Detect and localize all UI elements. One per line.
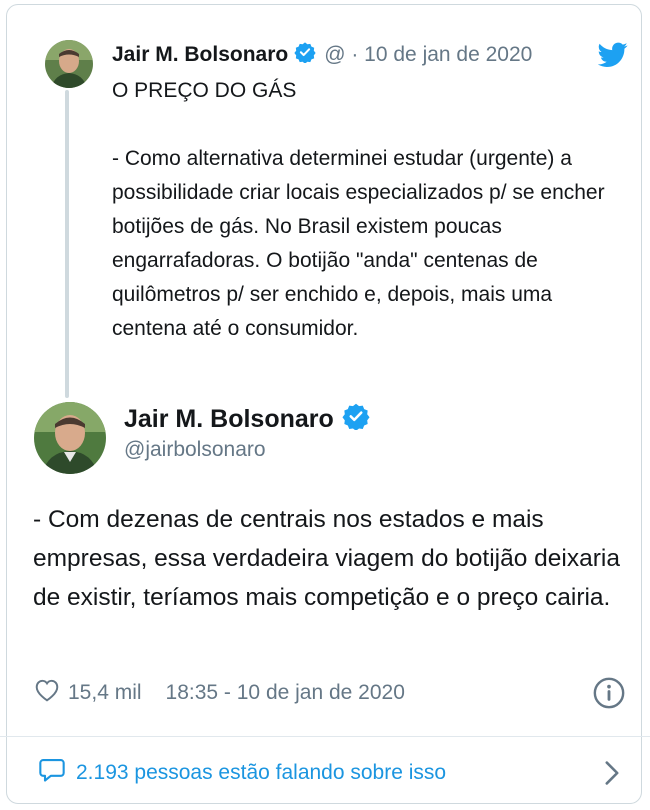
- parent-tweet-text: O PREÇO DO GÁS - Como alternativa determ…: [112, 79, 605, 340]
- verified-badge-icon: [342, 402, 370, 437]
- info-icon[interactable]: [592, 676, 626, 716]
- thread-connector-line: [65, 90, 69, 398]
- verified-badge-icon: [294, 41, 316, 69]
- twitter-bird-icon: [597, 42, 628, 73]
- main-author-handle[interactable]: @jairbolsonaro: [124, 438, 370, 462]
- main-tweet-text: - Com dezenas de centrais nos estados e …: [33, 506, 620, 611]
- parent-tweet-meta: @ · 10 de jan de 2020: [324, 43, 533, 66]
- chevron-right-icon[interactable]: [602, 760, 622, 792]
- main-tweet-header: Jair M. Bolsonaro @jairbolsonaro: [124, 402, 370, 462]
- like-count[interactable]: 15,4 mil: [68, 681, 142, 705]
- main-author-avatar[interactable]: [34, 402, 106, 474]
- tweet-timestamp[interactable]: 18:35 - 10 de jan de 2020: [166, 681, 405, 705]
- main-author-name[interactable]: Jair M. Bolsonaro: [124, 405, 334, 434]
- parent-author-name[interactable]: Jair M. Bolsonaro: [112, 43, 288, 67]
- heart-icon[interactable]: [34, 678, 60, 708]
- speech-bubble-icon: [38, 757, 66, 789]
- conversation-count-text[interactable]: 2.193 pessoas estão falando sobre isso: [76, 761, 446, 785]
- parent-author-avatar[interactable]: [45, 40, 93, 88]
- divider: [0, 736, 650, 737]
- conversation-link[interactable]: 2.193 pessoas estão falando sobre isso: [38, 756, 622, 790]
- tweet-stats-row: 15,4 mil 18:35 - 10 de jan de 2020: [34, 676, 626, 710]
- parent-tweet-header: Jair M. Bolsonaro @ · 10 de jan de 2020: [112, 40, 624, 70]
